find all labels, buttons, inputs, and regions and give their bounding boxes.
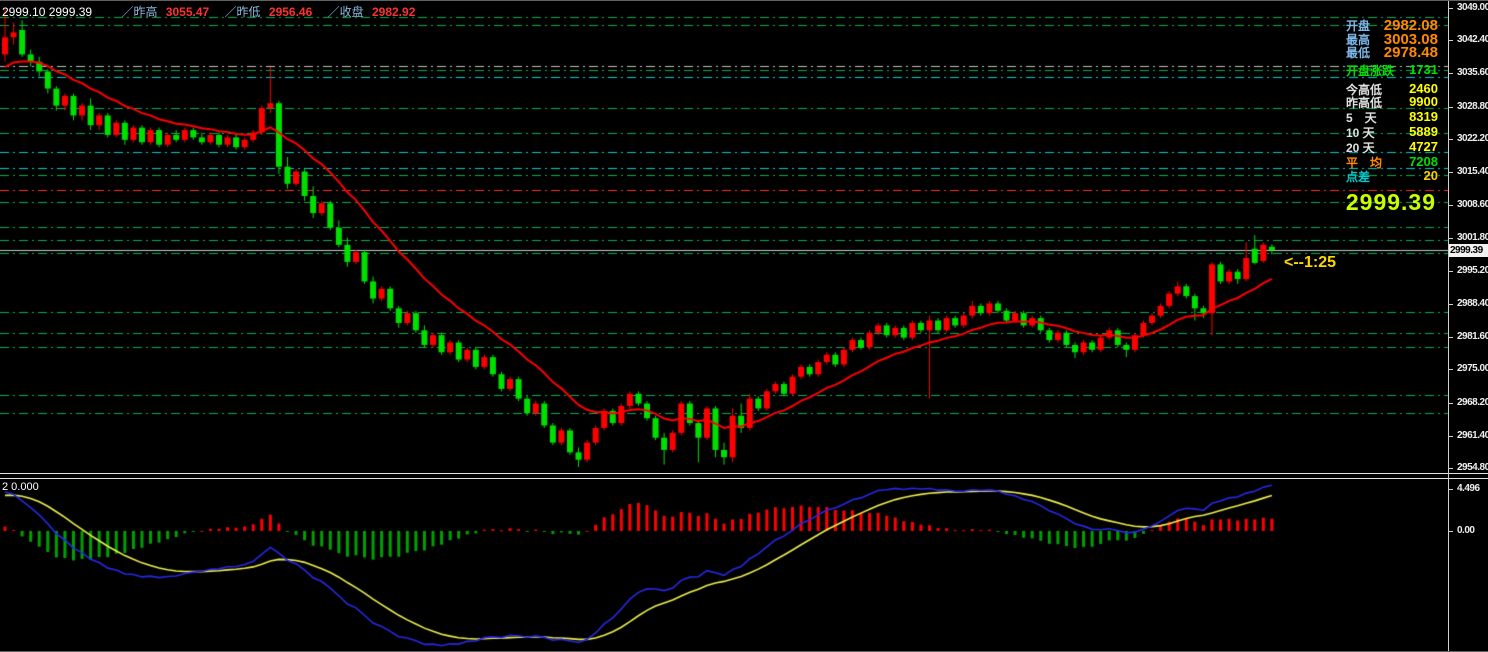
axis-tick xyxy=(1448,531,1453,532)
price-axis-label: 2988.40 xyxy=(1457,298,1488,309)
info-row: 5 天8319 xyxy=(1346,109,1438,123)
price-axis-label: 3042.40 xyxy=(1457,34,1488,45)
prev-high-label: ／昨高 xyxy=(121,5,157,19)
price-axis-label: 3001.80 xyxy=(1457,232,1488,243)
info-row: 今高低2460 xyxy=(1346,81,1438,95)
indicator-chart-canvas[interactable] xyxy=(0,479,1448,652)
info-row-value: 8319 xyxy=(1409,109,1438,124)
info-row: 点差 20 xyxy=(1346,168,1438,182)
axis-tick xyxy=(1448,468,1453,469)
price-axis-label: 3015.40 xyxy=(1457,166,1488,177)
current-price-tag: 2999.39 xyxy=(1449,244,1488,257)
last-price-display: 2999.39 xyxy=(1334,189,1436,216)
price-axis-label: 3049.00 xyxy=(1457,2,1488,13)
axis-tick xyxy=(1448,489,1453,490)
panel-separator[interactable] xyxy=(0,473,1488,479)
axis-tick xyxy=(1448,369,1453,370)
info-row: 10 天5889 xyxy=(1346,124,1438,138)
info-row-label: 点差 xyxy=(1346,168,1370,185)
axis-tick xyxy=(1448,172,1453,173)
price-axis-label: 2961.40 xyxy=(1457,430,1488,441)
info-row-value: 2978.48 xyxy=(1384,44,1438,61)
axis-tick xyxy=(1448,304,1453,305)
axis-tick xyxy=(1448,238,1453,239)
info-row-value: 4727 xyxy=(1409,139,1438,154)
candle-countdown-annotation: <--1:25 xyxy=(1284,254,1336,272)
info-row: 20 天4727 xyxy=(1346,139,1438,153)
info-row-label: 最低 xyxy=(1346,44,1370,61)
info-row-value: 20 xyxy=(1424,168,1438,183)
prev-high-group: ／昨高 3055.47 xyxy=(121,5,212,19)
prev-high-value: 3055.47 xyxy=(166,5,209,19)
axis-tick xyxy=(1448,403,1453,404)
info-row-value: 9900 xyxy=(1409,94,1438,109)
axis-tick xyxy=(1448,40,1453,41)
info-row: 昨高低9900 xyxy=(1346,94,1438,108)
indicator-axis-label: 0.00 xyxy=(1457,525,1474,536)
price-axis-label: 3022.20 xyxy=(1457,133,1488,144)
quote-header: 2999.10 2999.39 ／昨高 3055.47 ／昨低 2956.46 … xyxy=(2,3,427,20)
prev-close-group: ／收盘 2982.92 xyxy=(328,5,416,19)
info-row: 最低 2978.48 xyxy=(1346,44,1438,58)
price-axis-label: 2981.60 xyxy=(1457,331,1488,342)
info-row-value: 7208 xyxy=(1409,154,1438,169)
axis-tick xyxy=(1448,271,1453,272)
indicator-axis-label: 4.496 xyxy=(1457,483,1480,494)
axis-tick xyxy=(1448,107,1453,108)
prev-low-group: ／昨低 2956.46 xyxy=(225,5,316,19)
price-axis-label: 2975.00 xyxy=(1457,363,1488,374)
axis-tick xyxy=(1448,139,1453,140)
price-axis-label: 3008.60 xyxy=(1457,199,1488,210)
info-row: 开盘涨跌 1731 xyxy=(1346,62,1438,76)
axis-tick xyxy=(1448,205,1453,206)
info-row-value: 1731 xyxy=(1409,62,1438,77)
prev-low-label: ／昨低 xyxy=(225,5,261,19)
indicator-params-label: 2 0.000 xyxy=(2,481,39,493)
prev-low-value: 2956.46 xyxy=(269,5,312,19)
price-axis-label: 2968.20 xyxy=(1457,397,1488,408)
info-row: 最高3003.08 xyxy=(1346,31,1438,45)
info-row: 开盘2982.08 xyxy=(1346,17,1438,31)
main-chart-canvas[interactable] xyxy=(0,0,1448,473)
info-row-label: 开盘涨跌 xyxy=(1346,62,1394,79)
trading-chart-window: 2999.10 2999.39 ／昨高 3055.47 ／昨低 2956.46 … xyxy=(0,0,1488,652)
axis-tick xyxy=(1448,73,1453,74)
price-axis-label: 3035.60 xyxy=(1457,67,1488,78)
prev-close-label: ／收盘 xyxy=(328,5,364,19)
info-row-value: 5889 xyxy=(1409,124,1438,139)
price-axis-label: 3028.80 xyxy=(1457,101,1488,112)
window-top-border xyxy=(0,0,1488,1)
info-row: 平 均7208 xyxy=(1346,154,1438,168)
axis-border xyxy=(1448,0,1449,652)
price-axis-label: 2995.20 xyxy=(1457,265,1488,276)
bid-ask-prices: 2999.10 2999.39 xyxy=(2,5,92,19)
axis-tick xyxy=(1448,8,1453,9)
prev-close-value: 2982.92 xyxy=(372,5,415,19)
price-axis-label: 2954.80 xyxy=(1457,462,1488,473)
axis-tick xyxy=(1448,436,1453,437)
axis-tick xyxy=(1448,337,1453,338)
